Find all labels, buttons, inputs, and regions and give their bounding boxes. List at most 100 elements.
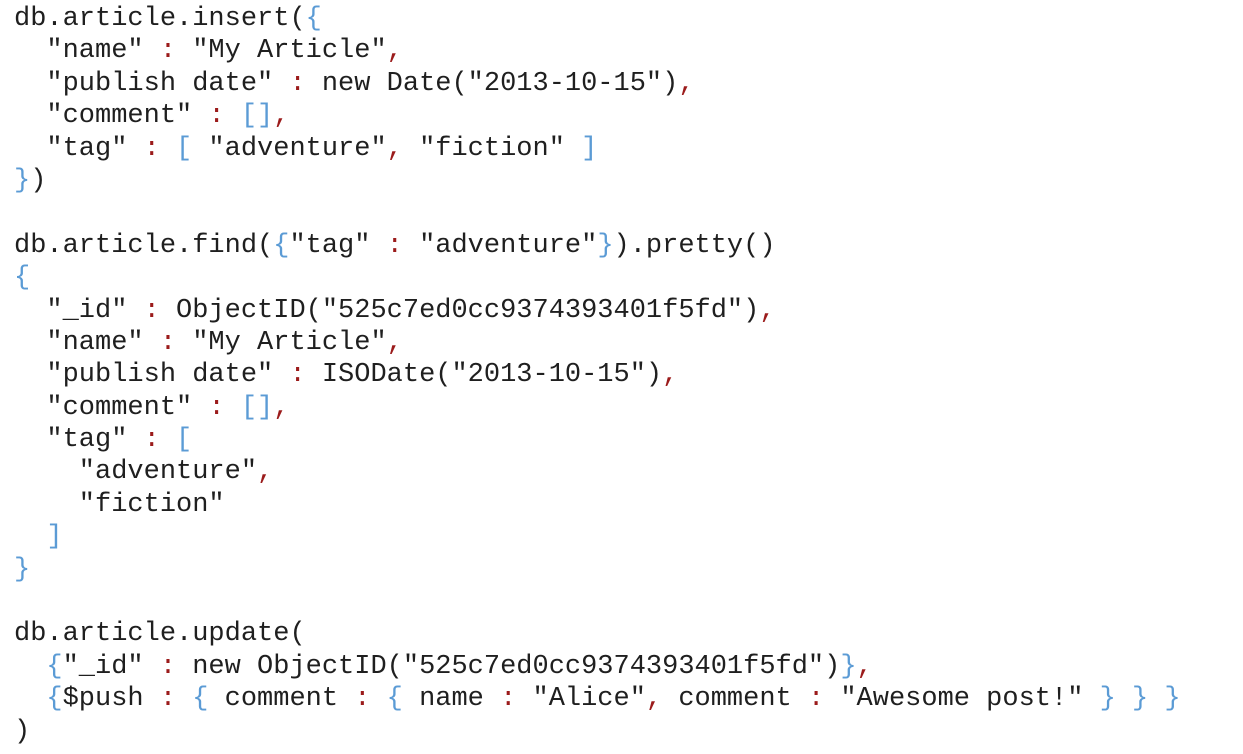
- code-line: "tag" : [: [14, 424, 1181, 456]
- code-token: "tag": [289, 230, 387, 261]
- code-token: :: [354, 684, 371, 715]
- code-token: {: [46, 651, 63, 682]
- code-token: {: [305, 4, 322, 34]
- code-token: }: [840, 651, 857, 682]
- code-token: comment: [208, 684, 355, 715]
- code-token: {: [386, 684, 403, 715]
- code-token: "comment": [14, 101, 209, 132]
- code-token: "Awesome post!": [824, 684, 1100, 715]
- code-token: {: [14, 263, 31, 294]
- code-token: []: [240, 392, 274, 423]
- code-token: {: [192, 684, 209, 715]
- code-token: ,: [273, 101, 290, 132]
- code-token: :: [159, 651, 177, 682]
- code-token: [: [176, 425, 193, 456]
- code-line: "tag" : [ "adventure", "fiction" ]: [14, 133, 1181, 165]
- code-line: "comment" : [],: [14, 392, 1181, 424]
- code-token: }: [1099, 684, 1116, 715]
- code-line: {$push : { comment : { name : "Alice", c…: [14, 683, 1181, 715]
- code-token: {: [273, 230, 290, 261]
- code-token: }: [14, 165, 31, 196]
- code-token: "name": [14, 327, 160, 358]
- code-line: }): [14, 165, 1181, 197]
- code-token: }: [1132, 684, 1149, 715]
- code-token: ]: [46, 522, 63, 553]
- code-token: "Alice": [516, 684, 646, 715]
- code-token: ,: [759, 295, 776, 326]
- code-block: db.article.insert({ "name" : "My Article…: [14, 3, 1181, 748]
- code-token: :: [807, 684, 825, 715]
- code-token: "tag": [14, 425, 144, 456]
- code-line: }: [14, 554, 1181, 586]
- code-line: {"_id" : new ObjectID("525c7ed0cc9374393…: [14, 651, 1181, 683]
- code-token: ,: [257, 457, 274, 488]
- code-token: db.article.find(: [14, 230, 274, 261]
- code-token: new Date("2013-10-15"): [305, 68, 679, 99]
- code-token: "name": [14, 36, 160, 67]
- code-line: ): [14, 716, 1181, 748]
- code-token: :: [289, 68, 306, 99]
- code-token: comment: [662, 684, 808, 715]
- code-token: }: [597, 230, 614, 261]
- code-line: db.article.insert({: [14, 3, 1181, 35]
- code-token: "publish date": [14, 360, 290, 391]
- code-token: :: [159, 36, 177, 67]
- code-token: "_id": [14, 295, 144, 326]
- code-token: :: [500, 684, 517, 715]
- code-line: {: [14, 262, 1181, 294]
- code-token: }: [14, 554, 31, 585]
- code-token: "_id": [62, 651, 160, 682]
- code-token: "adventure": [402, 230, 598, 261]
- code-token: :: [143, 425, 160, 456]
- code-line: "name" : "My Article",: [14, 327, 1181, 359]
- code-token: new ObjectID("525c7ed0cc9374393401f5fd"): [176, 651, 841, 682]
- code-token: :: [143, 133, 160, 164]
- code-token: :: [159, 327, 177, 358]
- code-token: ).pretty(): [613, 230, 776, 261]
- code-token: :: [159, 684, 177, 715]
- code-token: ,: [386, 327, 403, 358]
- code-token: ISODate("2013-10-15"): [305, 360, 663, 391]
- code-token: name: [402, 684, 501, 715]
- code-line: "name" : "My Article",: [14, 35, 1181, 67]
- code-line: "adventure",: [14, 456, 1181, 488]
- code-token: db.article.insert(: [14, 4, 306, 34]
- code-token: :: [208, 392, 225, 423]
- code-line: "publish date" : new Date("2013-10-15"),: [14, 68, 1181, 100]
- code-token: "adventure": [192, 133, 387, 164]
- code-token: "My Article": [176, 36, 387, 67]
- code-token: "tag": [14, 133, 144, 164]
- code-token: ,: [678, 68, 695, 99]
- code-token: ,: [645, 684, 663, 715]
- code-token: "publish date": [14, 68, 290, 99]
- code-token: $push: [62, 684, 160, 715]
- code-token: db.article.update(: [14, 619, 306, 650]
- code-line: "_id" : ObjectID("525c7ed0cc9374393401f5…: [14, 295, 1181, 327]
- code-token: :: [386, 230, 403, 261]
- code-token: :: [289, 360, 306, 391]
- code-token: {: [46, 684, 63, 715]
- code-line: "publish date" : ISODate("2013-10-15"),: [14, 359, 1181, 391]
- code-token: ObjectID("525c7ed0cc9374393401f5fd"): [159, 295, 760, 326]
- code-token: "fiction": [402, 133, 582, 164]
- code-token: :: [208, 101, 225, 132]
- code-token: :: [143, 295, 160, 326]
- code-line: "fiction": [14, 489, 1181, 521]
- code-token: "adventure": [14, 457, 258, 488]
- code-token: ,: [662, 360, 679, 391]
- code-token: []: [240, 101, 274, 132]
- code-token: }: [1164, 684, 1181, 715]
- code-token: ,: [386, 36, 403, 67]
- code-line: ]: [14, 521, 1181, 553]
